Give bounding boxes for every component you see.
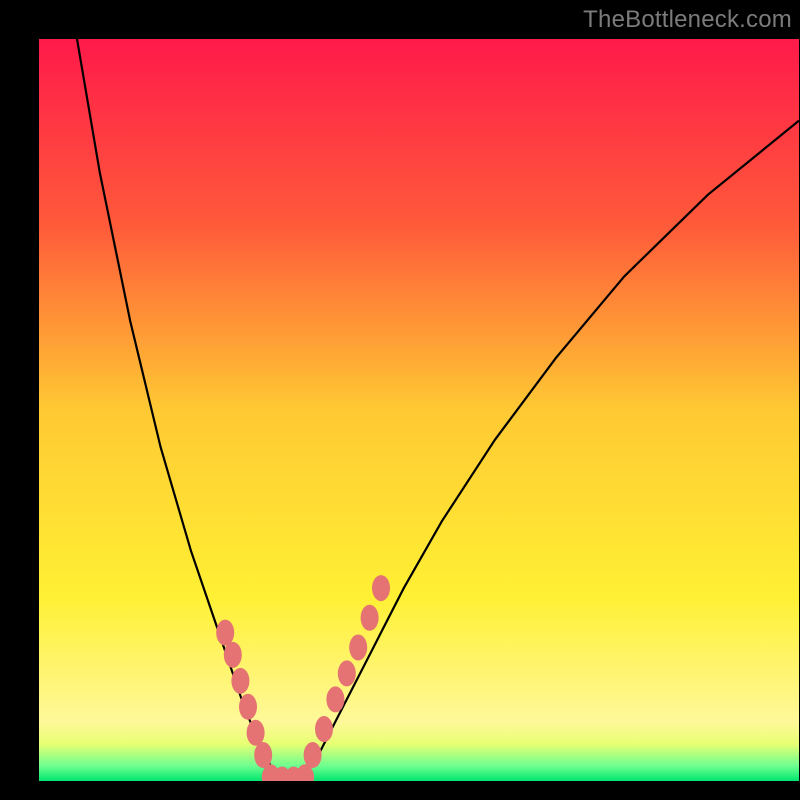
chart-frame: TheBottleneck.com	[0, 0, 800, 800]
watermark-label: TheBottleneck.com	[583, 6, 792, 34]
plot-gradient-background	[39, 39, 799, 781]
